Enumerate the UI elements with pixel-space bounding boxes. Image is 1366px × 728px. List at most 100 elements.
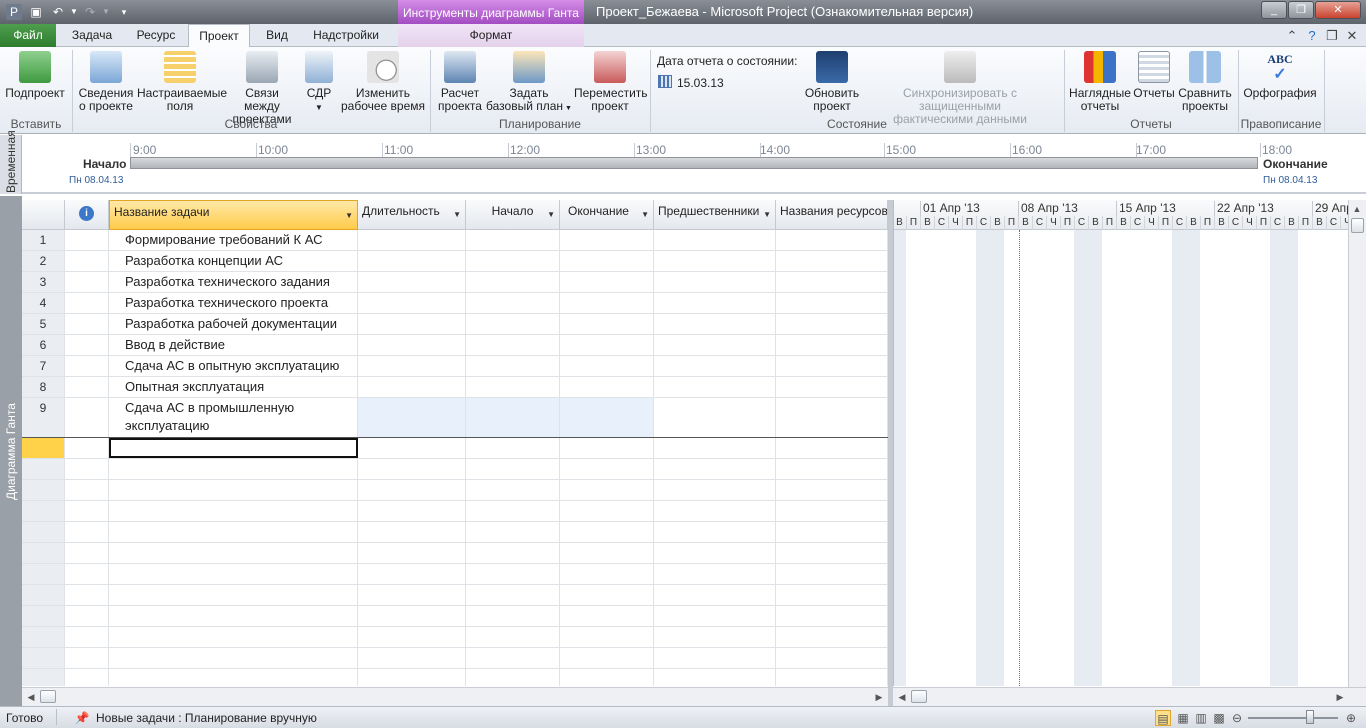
finish-cell[interactable] (560, 459, 654, 479)
table-row[interactable] (22, 669, 888, 686)
table-row[interactable] (22, 459, 888, 480)
calendar-icon[interactable] (658, 75, 672, 88)
customize-toolbar-icon[interactable]: ▾ (116, 4, 132, 20)
minimize-button[interactable]: _ (1261, 1, 1287, 19)
gantt-horizontal-scrollbar[interactable]: ◀ ▶ (893, 687, 1366, 706)
table-row[interactable] (22, 585, 888, 606)
gantt-scroll-thumb[interactable] (911, 690, 927, 703)
resource-names-cell[interactable] (776, 522, 888, 542)
minimize-ribbon-icon[interactable]: ⌃ (1284, 28, 1300, 44)
resource-names-cell[interactable] (776, 585, 888, 605)
resource-names-cell[interactable] (776, 377, 888, 397)
table-row[interactable] (22, 543, 888, 564)
resource-names-cell[interactable] (776, 648, 888, 668)
gantt-view-shortcut-icon[interactable]: ▤ (1155, 710, 1171, 726)
predecessors-cell[interactable] (654, 377, 776, 397)
resource-names-cell[interactable] (776, 501, 888, 521)
row-indicator[interactable] (65, 251, 109, 271)
links-between-projects-button[interactable]: Связи между проектами (226, 51, 298, 126)
predecessors-cell[interactable] (654, 230, 776, 250)
header-indicators[interactable]: i (65, 200, 109, 230)
undo-dropdown-icon[interactable]: ▼ (66, 4, 82, 20)
app-icon[interactable]: P (6, 4, 22, 20)
task-name-cell[interactable]: Разработка технического задания (109, 272, 358, 292)
start-cell[interactable] (466, 543, 560, 563)
finish-cell[interactable] (560, 398, 654, 437)
filter-dropdown-icon[interactable]: ▼ (547, 210, 555, 219)
predecessors-cell[interactable] (654, 272, 776, 292)
resource-names-cell[interactable] (776, 564, 888, 584)
finish-cell[interactable] (560, 438, 654, 458)
scroll-left-icon[interactable]: ◀ (24, 690, 38, 704)
resource-names-cell[interactable] (776, 543, 888, 563)
resource-names-cell[interactable] (776, 606, 888, 626)
duration-cell[interactable] (358, 585, 466, 605)
filter-dropdown-icon[interactable]: ▼ (345, 211, 353, 220)
start-cell[interactable] (466, 251, 560, 271)
active-cell[interactable] (109, 438, 358, 458)
finish-cell[interactable] (560, 377, 654, 397)
task-name-cell[interactable] (109, 543, 358, 563)
compare-projects-button[interactable]: Сравнить проекты (1176, 51, 1234, 113)
start-cell[interactable] (466, 356, 560, 376)
vertical-scroll-thumb[interactable] (1351, 218, 1364, 233)
task-usage-shortcut-icon[interactable]: ▦ (1175, 710, 1191, 726)
spelling-button[interactable]: ABC ✓ Орфография (1242, 51, 1318, 100)
duration-cell[interactable] (358, 501, 466, 521)
scroll-right-icon[interactable]: ▶ (872, 690, 886, 704)
row-indicator[interactable] (65, 501, 109, 521)
task-name-cell[interactable] (109, 627, 358, 647)
task-name-cell[interactable] (109, 564, 358, 584)
task-name-cell[interactable]: Разработка концепции АС (109, 251, 358, 271)
new-tasks-mode[interactable]: Новые задачи : Планирование вручную (96, 711, 317, 725)
duration-cell[interactable] (358, 377, 466, 397)
gantt-timescale[interactable]: 01 Апр '13 08 Апр '13 15 Апр '13 22 Апр '13… (894, 200, 1348, 230)
gantt-chart[interactable]: 01 Апр '13 08 Апр '13 15 Апр '13 22 Апр '13… (893, 200, 1348, 686)
row-indicator[interactable] (65, 293, 109, 313)
row-indicator[interactable] (65, 335, 109, 355)
timeline-pane[interactable]: Временная Начало Пн 08.04.13 9:00 10:00 … (0, 130, 1366, 194)
duration-cell[interactable] (358, 459, 466, 479)
resource-names-cell[interactable] (776, 335, 888, 355)
duration-cell[interactable] (358, 522, 466, 542)
filter-dropdown-icon[interactable]: ▼ (763, 210, 771, 219)
update-project-button[interactable]: Обновить проект (804, 51, 860, 113)
timeline-side-tab[interactable]: Временная (0, 130, 22, 194)
predecessors-cell[interactable] (654, 293, 776, 313)
resource-names-cell[interactable] (776, 398, 888, 437)
header-duration[interactable]: Длительность ▼ (358, 200, 466, 230)
predecessors-cell[interactable] (654, 459, 776, 479)
tab-addins[interactable]: Надстройки (306, 24, 386, 47)
row-indicator[interactable] (65, 606, 109, 626)
header-task-name[interactable]: Название задачи ▼ (109, 200, 358, 230)
row-indicator[interactable] (65, 585, 109, 605)
tab-format[interactable]: Формат (398, 24, 584, 47)
row-indicator[interactable] (65, 377, 109, 397)
filter-dropdown-icon[interactable]: ▼ (641, 210, 649, 219)
view-bar[interactable]: Диаграмма Ганта (0, 196, 22, 706)
predecessors-cell[interactable] (654, 314, 776, 334)
duration-cell[interactable] (358, 480, 466, 500)
row-indicator[interactable] (65, 669, 109, 686)
predecessors-cell[interactable] (654, 356, 776, 376)
predecessors-cell[interactable] (654, 543, 776, 563)
start-cell[interactable] (466, 438, 560, 458)
visual-reports-button[interactable]: Наглядные отчеты (1068, 51, 1132, 113)
predecessors-cell[interactable] (654, 438, 776, 458)
finish-cell[interactable] (560, 293, 654, 313)
row-indicator[interactable] (65, 459, 109, 479)
start-cell[interactable] (466, 377, 560, 397)
resource-names-cell[interactable] (776, 480, 888, 500)
table-row[interactable] (22, 627, 888, 648)
resource-names-cell[interactable] (776, 272, 888, 292)
duration-cell[interactable] (358, 564, 466, 584)
subproject-button[interactable]: Подпроект (4, 51, 66, 100)
resource-names-cell[interactable] (776, 356, 888, 376)
start-cell[interactable] (466, 335, 560, 355)
task-name-cell[interactable]: Разработка технического проекта (109, 293, 358, 313)
pin-icon[interactable]: 📌 (74, 710, 90, 726)
task-name-cell[interactable]: Сдача АС в промышленную эксплуатацию (109, 398, 358, 437)
tab-view[interactable]: Вид (258, 24, 296, 47)
duration-cell[interactable] (358, 314, 466, 334)
team-planner-shortcut-icon[interactable]: ▥ (1193, 710, 1209, 726)
